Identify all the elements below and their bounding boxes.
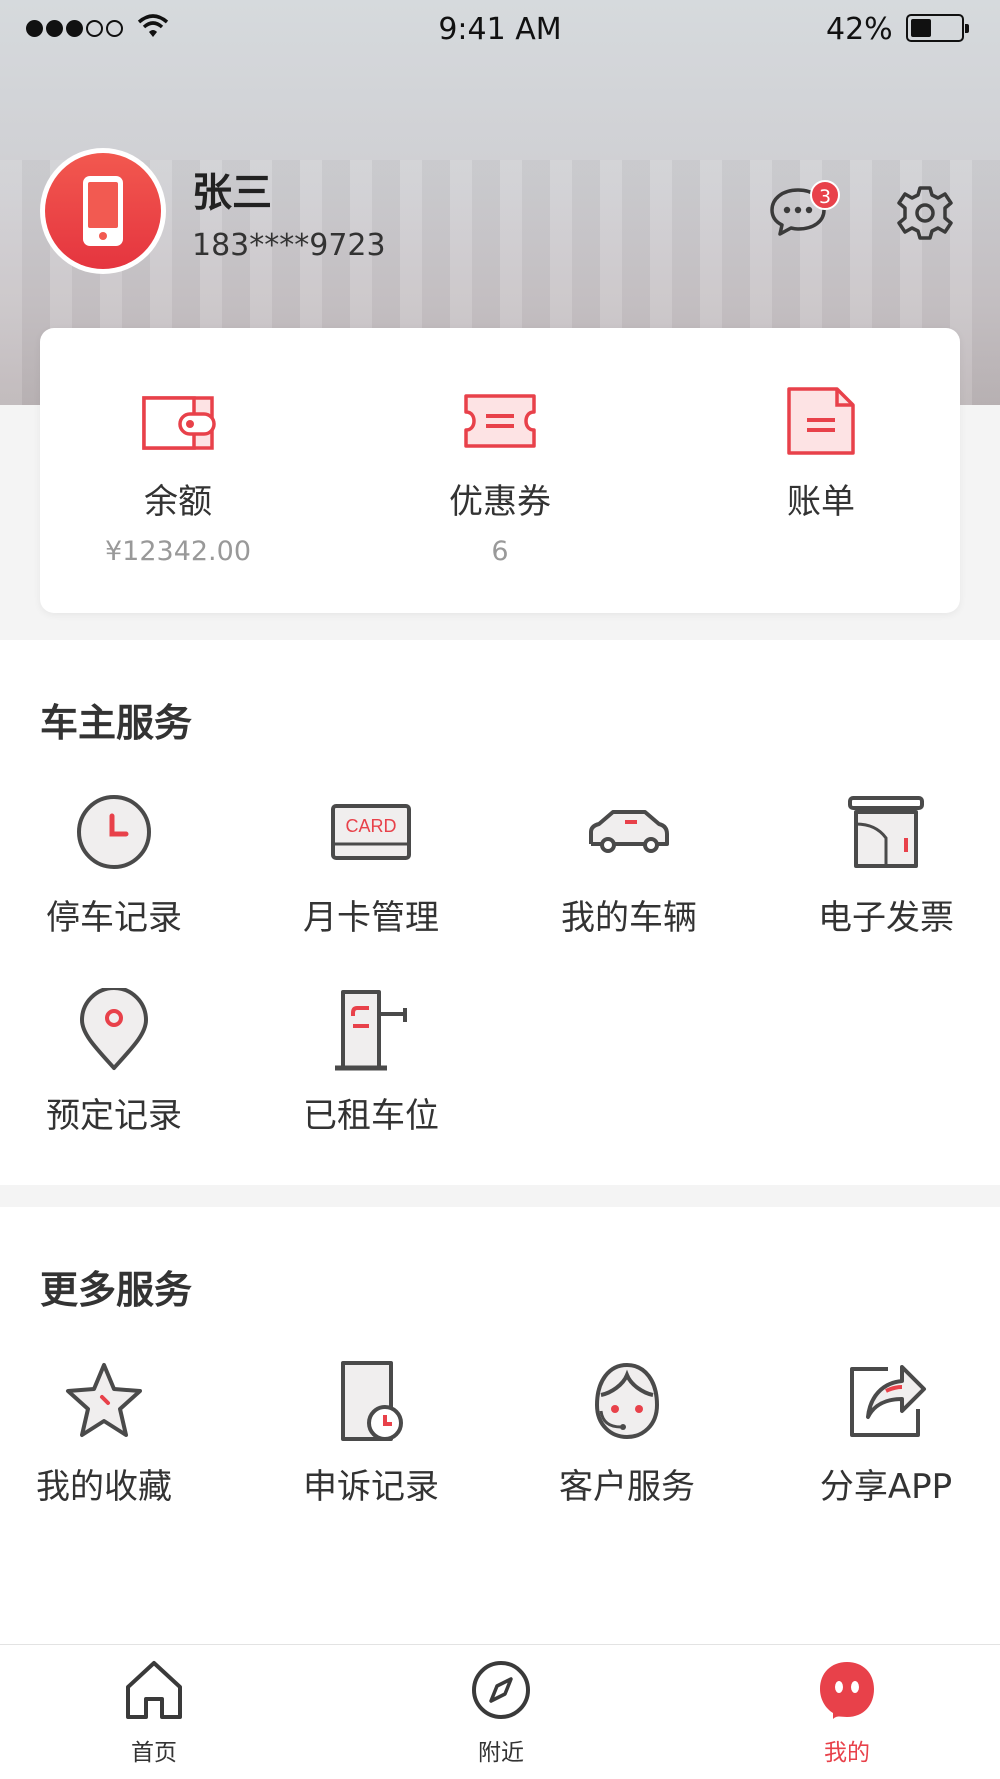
user-name: 张三 [192,170,272,216]
service-label: 申诉记录 [303,1467,439,1507]
location-pin-icon [80,988,148,1070]
section-title: 更多服务 [40,1268,193,1312]
tab-bar: 首页 附近 我的 [0,1644,1000,1779]
gear-icon[interactable] [894,182,956,244]
balance-value: ¥12342.00 [104,536,251,567]
battery-icon [906,14,969,42]
bill-label: 账单 [787,482,855,522]
clock-icon [77,795,151,869]
service-label: 我的收藏 [36,1467,172,1507]
wallet-icon [142,396,216,450]
owner-services-section: 车主服务 停车记录 CARD 月卡管理 我的车辆 电子发票 预定记录 已租车位 [0,640,1000,1185]
balance-label: 余额 [144,482,212,522]
status-bar: 9:41 AM 42% [0,0,1000,60]
star-icon [66,1363,142,1437]
service-label: 分享APP [819,1467,953,1507]
invoice-icon [848,796,924,868]
service-label: 停车记录 [46,898,182,938]
user-phone: 183****9723 [192,228,386,263]
service-label: 预定记录 [46,1096,182,1136]
tab-nearby[interactable]: 附近 [411,1645,591,1779]
parking-gate-icon [335,990,407,1071]
coupon-label: 优惠券 [449,482,551,522]
message-count-badge: 3 [810,180,840,210]
more-services-section: 更多服务 我的收藏 申诉记录 客户服务 分享APP [0,1207,1000,1644]
tab-mine[interactable]: 我的 [757,1645,937,1779]
car-icon [589,810,669,853]
coupon-icon [464,394,536,448]
bill-icon [787,387,855,455]
share-icon [850,1365,926,1437]
card-icon: CARD [331,804,411,860]
service-label: 电子发票 [818,898,954,938]
coupon-count: 6 [491,536,509,567]
customer-service-icon [594,1362,660,1440]
service-label: 已租车位 [303,1096,439,1136]
tab-label: 首页 [131,1740,177,1766]
card-icon-text: CARD [345,816,396,836]
tab-home[interactable]: 首页 [64,1645,244,1779]
section-title: 车主服务 [40,701,193,745]
avatar[interactable] [40,148,166,274]
compass-icon [472,1661,530,1719]
service-label: 月卡管理 [303,898,439,938]
service-label: 我的车辆 [561,898,697,938]
service-label: 客户服务 [559,1467,695,1507]
tab-label: 我的 [824,1740,870,1766]
phone-icon [83,176,123,246]
home-icon [126,1661,182,1719]
battery-percentage: 42% [826,12,893,47]
tab-label: 附近 [478,1740,524,1766]
profile-face-icon [820,1662,874,1719]
appeal-record-icon [341,1361,403,1441]
wallet-card: 余额 ¥12342.00 优惠券 6 账单 [40,328,960,613]
